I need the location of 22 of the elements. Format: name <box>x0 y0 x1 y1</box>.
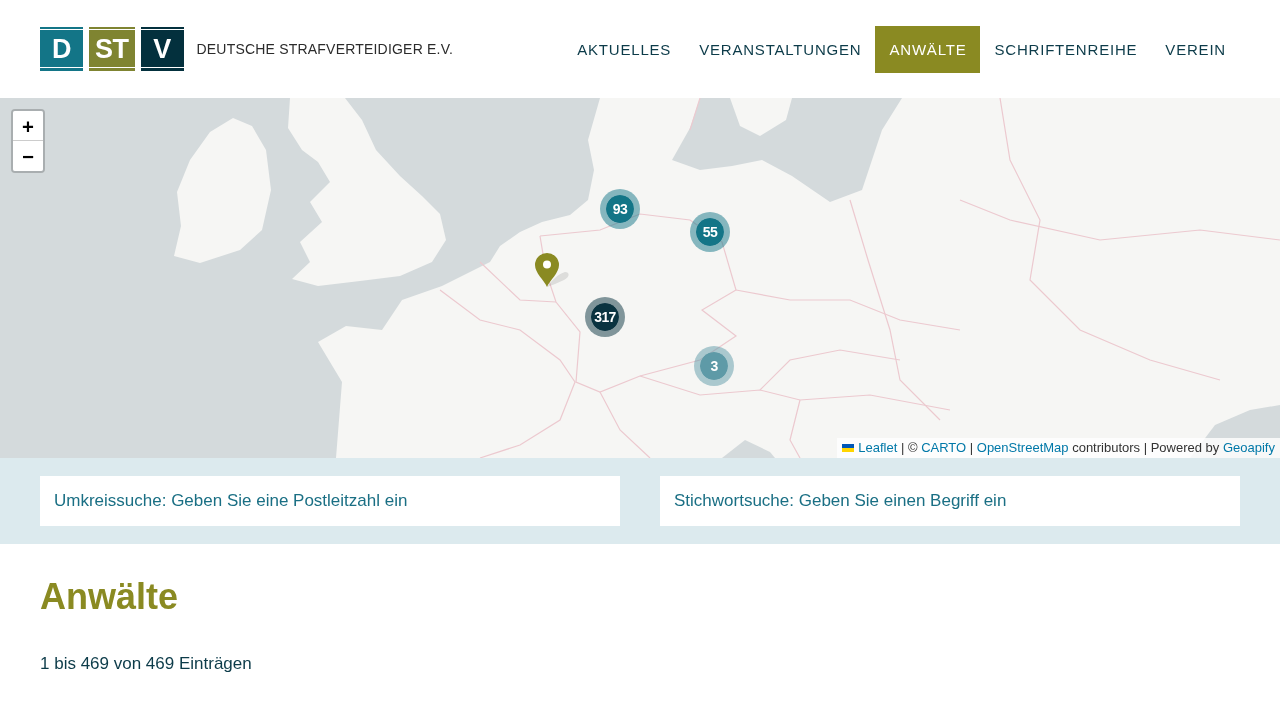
nav-link[interactable]: AKTUELLES <box>563 25 686 73</box>
zoom-out-button[interactable]: − <box>13 141 43 171</box>
attribution-link[interactable]: Leaflet <box>858 440 898 455</box>
entry-count: 1 bis 469 von 469 Einträgen <box>40 653 253 675</box>
flag-icon <box>842 444 855 452</box>
page-title: Anwälte <box>40 575 180 619</box>
location-pin-icon[interactable] <box>534 252 570 288</box>
logo-tile: ST <box>89 27 135 71</box>
attribution-text: Leaflet | © CARTO | OpenStreetMap contributors | Powered by Geoapify <box>858 439 1275 457</box>
nav-link[interactable]: VERANSTALTUNGEN <box>685 25 876 73</box>
attribution-link[interactable]: Geoapify <box>1222 440 1275 455</box>
zoom-in-button[interactable]: + <box>13 111 43 141</box>
logo-tile: D <box>40 27 83 71</box>
attribution-link[interactable]: CARTO <box>921 440 967 455</box>
search-field[interactable]: Umkreissuche: Geben Sie eine Postleitzahl ein <box>40 476 620 526</box>
nav-link[interactable]: SCHRIFTENREIHE <box>980 25 1152 73</box>
nav-link[interactable]: VEREIN <box>1151 25 1240 73</box>
search-field[interactable]: Stichwortsuche: Geben Sie einen Begriff ein <box>660 476 1240 526</box>
logo-tile: V <box>140 27 184 71</box>
nav-link[interactable]: ANWÄLTE <box>875 25 981 73</box>
attribution-link[interactable]: OpenStreetMap <box>976 440 1069 455</box>
organization-name: DEUTSCHE STRAFVERTEIDIGER E.V. <box>196 41 453 57</box>
